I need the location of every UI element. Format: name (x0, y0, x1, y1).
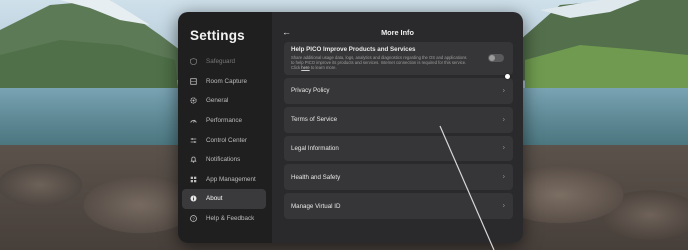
list-item-label: Terms of Service (291, 116, 338, 124)
gear-icon (190, 97, 197, 105)
settings-window: Settings Safeguard Room Capture General Per… (178, 12, 523, 243)
info-list: Help PICO Improve Products and Services … (284, 42, 513, 222)
help-icon: ? (190, 215, 197, 222)
sidebar-item-general[interactable]: General (182, 91, 266, 111)
bell-icon (190, 156, 197, 163)
item-list: Privacy Policy › Terms of Service › Legal In… (284, 78, 513, 219)
improve-desc-tail: to learn more. (310, 65, 337, 71)
list-item-label: Privacy Policy (291, 87, 330, 95)
performance-icon (190, 117, 197, 124)
sidebar-item-label: Safeguard (206, 58, 236, 66)
sidebar-list: Safeguard Room Capture General Performance C… (182, 52, 266, 228)
sidebar-item-label: General (206, 97, 229, 105)
sidebar-item-room-capture[interactable]: Room Capture (182, 72, 266, 92)
list-item-label: Manage Virtual ID (291, 202, 341, 210)
list-item-legal-information[interactable]: Legal Information › (284, 135, 513, 162)
more-info-pane: ← More Info Help PICO Improve Products a… (272, 12, 523, 243)
improve-toggle[interactable] (488, 54, 504, 62)
list-item-manage-virtual-id[interactable]: Manage Virtual ID › (284, 193, 513, 219)
sidebar-item-label: About (206, 195, 223, 203)
sidebar-item-label: Room Capture (206, 77, 247, 85)
improve-description: Share additional usage data, logs, analy… (291, 55, 471, 71)
svg-text:?: ? (192, 216, 195, 221)
improve-title: Help PICO Improve Products and Services (291, 46, 416, 53)
list-item-privacy-policy[interactable]: Privacy Policy › (284, 78, 513, 104)
chevron-right-icon: › (502, 144, 505, 152)
sidebar-item-app-management[interactable]: App Management (182, 170, 266, 190)
sidebar-title: Settings (190, 28, 245, 43)
sidebar-item-safeguard[interactable]: Safeguard (182, 52, 266, 72)
toggle-knob (489, 55, 495, 61)
room-icon (190, 78, 197, 85)
list-item-label: Legal Information (291, 144, 339, 152)
sidebar: Settings Safeguard Room Capture General Per… (178, 12, 272, 243)
sidebar-item-about[interactable]: About (182, 189, 266, 209)
sidebar-item-label: Help & Feedback (206, 215, 255, 223)
info-icon (190, 195, 197, 202)
sidebar-item-label: Notifications (206, 156, 241, 164)
sidebar-item-control-center[interactable]: Control Center (182, 130, 266, 150)
sidebar-item-help-feedback[interactable]: ? Help & Feedback (182, 209, 266, 229)
sidebar-item-label: Performance (206, 117, 243, 125)
sidebar-item-notifications[interactable]: Notifications (182, 150, 266, 170)
sidebar-item-performance[interactable]: Performance (182, 111, 266, 131)
page-title: More Info (381, 28, 414, 37)
sidebar-item-label: App Management (206, 175, 256, 183)
learn-more-link[interactable]: here (301, 65, 309, 70)
pointer-cursor (505, 74, 510, 79)
chevron-right-icon: › (502, 202, 505, 210)
improve-products-card: Help PICO Improve Products and Services … (284, 42, 513, 75)
chevron-right-icon: › (502, 173, 505, 181)
shield-icon (190, 58, 197, 66)
control-center-icon (190, 137, 197, 144)
sidebar-item-label: Control Center (206, 136, 247, 144)
chevron-right-icon: › (502, 116, 505, 124)
pane-header: ← More Info (272, 24, 523, 40)
chevron-right-icon: › (502, 87, 505, 95)
apps-icon (190, 176, 197, 183)
list-item-label: Health and Safety (291, 173, 341, 181)
list-item-terms-of-service[interactable]: Terms of Service › (284, 106, 513, 133)
list-item-health-and-safety[interactable]: Health and Safety › (284, 164, 513, 191)
